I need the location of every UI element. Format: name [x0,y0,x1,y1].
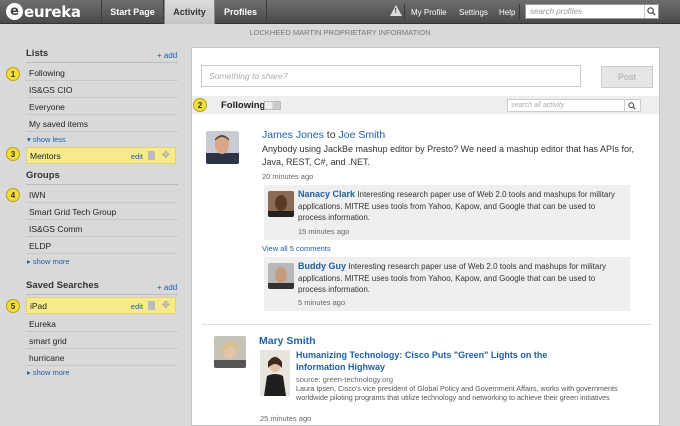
comment-text: Buddy Guy Interesting research paper use… [298,261,620,296]
comment-text: Nanacy Clark Interesting research paper … [298,189,620,224]
saved-search-eureka[interactable]: Eureka [26,315,178,332]
top-navigation-bar: e eureka Start Page Activity Profiles ! … [0,0,680,24]
comment-author-link[interactable]: Nanacy Clark [298,189,355,199]
my-profile-link[interactable]: My Profile [411,0,447,24]
lists-add-link[interactable]: + add [157,51,177,60]
settings-link[interactable]: Settings [459,0,488,24]
article-source: source: green-technology.org [296,375,394,384]
following-bar: 2 Following search all activity [192,96,659,114]
logo-e-icon: e [6,3,23,20]
sidebar: Lists + add 1 Following IS&GS CIO Everyo… [0,40,186,426]
sidebar-item-my-saved-items[interactable]: My saved items [26,115,178,132]
sidebar-item-smart-grid-tech-group[interactable]: Smart Grid Tech Group [26,203,178,220]
help-link[interactable]: Help [499,0,515,24]
divider [26,184,178,185]
activity-header: James Jones to Joe Smith [262,129,385,141]
ipad-label: iPad [30,301,48,311]
saved-searches-show-more-link[interactable]: ▸ show more [27,368,70,377]
callout-4: 4 [6,188,20,202]
sidebar-item-iwn[interactable]: IWN [26,186,178,203]
edit-link[interactable]: edit [131,302,143,311]
share-input[interactable]: Something to share? [201,65,581,87]
article-title-link[interactable]: Humanizing Technology: Cisco Puts "Green… [296,349,596,373]
callout-5: 5 [6,299,20,313]
sidebar-item-following[interactable]: Following [26,64,178,81]
logo-text: eureka [24,2,81,21]
view-toggle-icon[interactable] [264,101,281,110]
avatar-buddy-guy[interactable] [268,263,294,289]
view-all-comments-link[interactable]: View all 5 comments [262,244,331,253]
sidebar-item-eldp[interactable]: ELDP [26,237,178,254]
tab-profiles[interactable]: Profiles [215,0,267,24]
show-more-label: show more [32,257,70,266]
saved-search-ipad[interactable]: iPad edit ✥ [26,297,176,314]
move-icon[interactable]: ✥ [162,150,170,161]
article-snippet: Laura Ipsen, Cisco's vice president of G… [296,384,618,402]
show-more-label: show more [32,368,70,377]
divider [202,324,651,325]
saved-search-hurricane[interactable]: hurricane [26,349,178,366]
sidebar-item-mentors[interactable]: Mentors edit ✥ [26,147,176,164]
search-icon[interactable] [644,5,658,18]
activity-panel: Something to share? Post 2 Following sea… [191,47,660,426]
search-activity-input[interactable]: search all activity [507,99,641,112]
lists-heading: Lists [26,48,49,59]
sidebar-item-isgs-comm[interactable]: IS&GS Comm [26,220,178,237]
edit-link[interactable]: edit [131,152,143,161]
target-link[interactable]: Joe Smith [338,129,385,141]
tab-activity[interactable]: Activity [164,0,215,24]
warning-exclamation: ! [394,8,397,15]
avatar-nanacy-clark[interactable] [268,191,294,217]
saved-search-smart-grid[interactable]: smart grid [26,332,178,349]
author-link[interactable]: James Jones [262,129,324,141]
post-button[interactable]: Post [601,66,653,88]
eureka-logo[interactable]: e eureka [6,2,81,21]
callout-2: 2 [193,98,207,112]
divider [26,294,178,295]
saved-searches-heading: Saved Searches [26,280,99,291]
groups-show-more-link[interactable]: ▸ show more [27,257,70,266]
to-word: to [326,129,336,141]
move-icon[interactable]: ✥ [162,300,170,311]
sidebar-item-isgs-cio[interactable]: IS&GS CIO [26,81,178,98]
activity-time: 20 minutes ago [262,172,314,181]
search-icon[interactable] [624,100,638,111]
divider [404,4,405,20]
callout-3: 3 [6,147,20,161]
comment-author-link[interactable]: Buddy Guy [298,261,346,271]
divider [26,62,178,63]
comment: Nanacy Clark Interesting research paper … [264,185,630,240]
activity-author-link[interactable]: Mary Smith [259,335,316,347]
show-less-label: show less [32,135,66,144]
following-label: Following [221,100,266,111]
trash-icon[interactable] [148,301,155,310]
article-thumbnail[interactable] [260,350,290,396]
avatar-james-jones[interactable] [206,131,239,164]
activity-text: Anybody using JackBe mashup editor by Pr… [262,144,635,167]
tab-start-page[interactable]: Start Page [101,0,164,24]
proprietary-banner: LOCKHEED MARTIN PROPRIETARY INFORMATION [249,28,431,37]
activity-time: 25 minutes ago [260,414,312,423]
show-less-link[interactable]: ▾ show less [27,135,66,144]
sidebar-item-everyone[interactable]: Everyone [26,98,178,115]
search-profiles-input[interactable]: search profiles [525,4,659,19]
divider [519,4,520,20]
comment-time: 5 minutes ago [298,298,346,307]
avatar-mary-smith[interactable] [214,336,246,368]
comment: Buddy Guy Interesting research paper use… [264,257,630,311]
callout-1: 1 [6,67,20,81]
mentors-label: Mentors [30,151,61,161]
saved-searches-add-link[interactable]: + add [157,283,177,292]
trash-icon[interactable] [148,151,155,160]
groups-heading: Groups [26,170,60,181]
comment-time: 15 minutes ago [298,227,350,236]
